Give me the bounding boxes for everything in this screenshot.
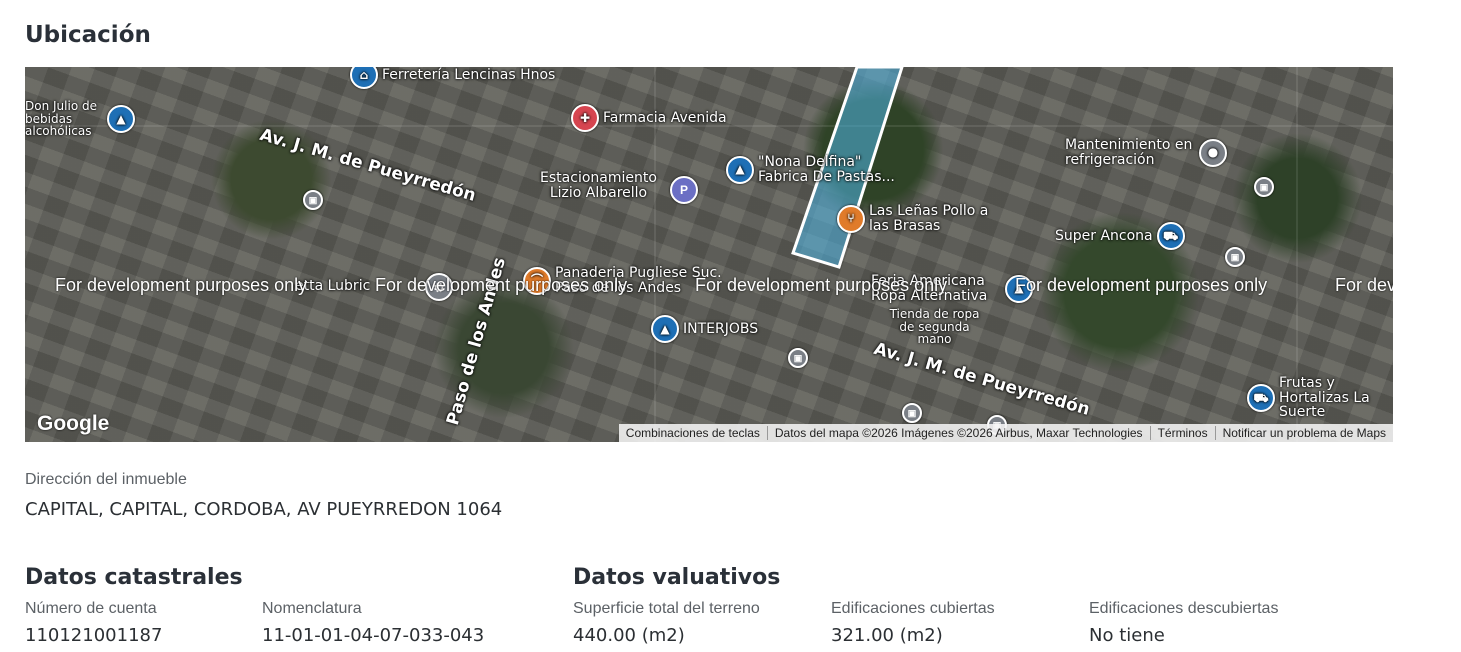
poi-label: Estacionamiento Lizio Albarello [540, 170, 657, 201]
dev-watermark: For development purposes only [1015, 275, 1268, 295]
land-area-value: 440.00 (m2) [573, 625, 685, 646]
google-logo[interactable]: Google [37, 412, 109, 436]
poi-tienda-ropa[interactable]: Tienda de ropa de segunda mano [887, 308, 982, 346]
poi-label: Farmacia Avenida [603, 109, 727, 126]
land-area-label: Superficie total del terreno [573, 600, 760, 617]
address-value: CAPITAL, CAPITAL, CORDOBA, AV PUEYRREDON… [25, 499, 503, 520]
poi-super-ancona[interactable]: Super Ancona ⛟ [1055, 222, 1185, 250]
poi-estacionamiento[interactable]: Estacionamiento Lizio Albarello [531, 170, 666, 201]
poi-ferreteria[interactable]: ⌂ Ferretería Lencinas Hnos [350, 67, 555, 89]
covered-buildings-value: 321.00 (m2) [831, 625, 943, 646]
poi-label: Mantenimiento en refrigeración [1065, 137, 1193, 168]
bus-stop-icon[interactable]: ▣ [303, 190, 323, 210]
account-number-value: 110121001187 [25, 625, 163, 646]
poi-label: INTERJOBS [683, 320, 759, 337]
poi-label: Frutas y Hortalizas La Suerte [1279, 375, 1370, 421]
bus-stop-icon[interactable]: ▣ [902, 403, 922, 423]
bus-stop-icon[interactable]: ▣ [788, 348, 808, 368]
poi-label: Tienda de ropa de segunda mano [889, 307, 980, 347]
terms-link[interactable]: Términos [1149, 426, 1215, 440]
uncovered-buildings-label: Edificaciones descubiertas [1089, 600, 1279, 617]
account-number-label: Número de cuenta [25, 600, 157, 617]
catastral-title: Datos catastrales [25, 565, 243, 590]
poi-mantenimiento[interactable]: Mantenimiento en refrigeración ● [1065, 138, 1227, 167]
parking-pin-icon[interactable]: P [670, 176, 698, 204]
address-label: Dirección del inmueble [25, 471, 187, 488]
report-problem-link[interactable]: Notificar un problema de Maps [1214, 426, 1393, 440]
shopping-bag-pin-icon: ▲ [107, 104, 135, 133]
pharmacy-pin-icon: ✚ [571, 104, 599, 132]
map-attribution-bar: Combinaciones de teclas Datos del mapa ©… [618, 424, 1393, 442]
poi-label: Ferretería Lencinas Hnos [382, 67, 556, 83]
uncovered-buildings-value: No tiene [1089, 625, 1165, 646]
poi-nona-delfina[interactable]: ▲ "Nona Delfina" Fabrica De Pastas... [726, 155, 908, 184]
restaurant-pin-icon: ⑂ [837, 204, 865, 233]
dev-watermark: For development purposes only [1335, 275, 1393, 295]
nomenclature-label: Nomenclatura [262, 600, 362, 617]
dev-watermark: For development purposes only [55, 275, 308, 295]
nomenclature-value: 11-01-01-04-07-033-043 [262, 625, 485, 646]
cart-pin-icon: ⛟ [1156, 222, 1185, 250]
map-data-credit: Datos del mapa ©2026 Imágenes ©2026 Airb… [766, 426, 1150, 440]
dev-watermark: For development purposes only [375, 275, 628, 295]
covered-buildings-label: Edificaciones cubiertas [831, 600, 995, 617]
section-title-ubicacion: Ubicación [25, 22, 151, 48]
keyboard-shortcuts-link[interactable]: Combinaciones de teclas [619, 426, 767, 440]
bus-stop-icon[interactable]: ▣ [1254, 177, 1274, 197]
bus-stop-icon[interactable]: ▣ [1225, 247, 1245, 267]
poi-las-lenas[interactable]: ⑂ Las Leñas Pollo a las Brasas [837, 204, 999, 233]
map-view[interactable]: Av. J. M. de Pueyrredón Av. J. M. de Pue… [25, 67, 1393, 442]
shopping-bag-pin-icon: ▲ [651, 315, 679, 343]
cart-pin-icon: ⛟ [1247, 384, 1275, 413]
dev-watermark: For development purposes only [695, 275, 948, 295]
poi-label: "Nona Delfina" Fabrica De Pastas... [758, 154, 895, 185]
poi-frutas[interactable]: ⛟ Frutas y Hortalizas La Suerte [1247, 376, 1393, 420]
poi-label: Don Julio de bebidas alcohólicas [25, 99, 97, 139]
service-pin-icon: ● [1199, 138, 1227, 167]
poi-farmacia[interactable]: ✚ Farmacia Avenida [571, 104, 727, 132]
poi-interjobs[interactable]: ▲ INTERJOBS [651, 315, 758, 343]
poi-don-julio[interactable]: Don Julio de bebidas alcohólicas ▲ [25, 100, 135, 138]
poi-label: Las Leñas Pollo a las Brasas [869, 203, 989, 234]
poi-label: Super Ancona [1055, 227, 1153, 244]
valuativos-title: Datos valuativos [573, 565, 781, 590]
store-pin-icon: ⌂ [350, 67, 378, 89]
shopping-bag-pin-icon: ▲ [726, 155, 754, 184]
